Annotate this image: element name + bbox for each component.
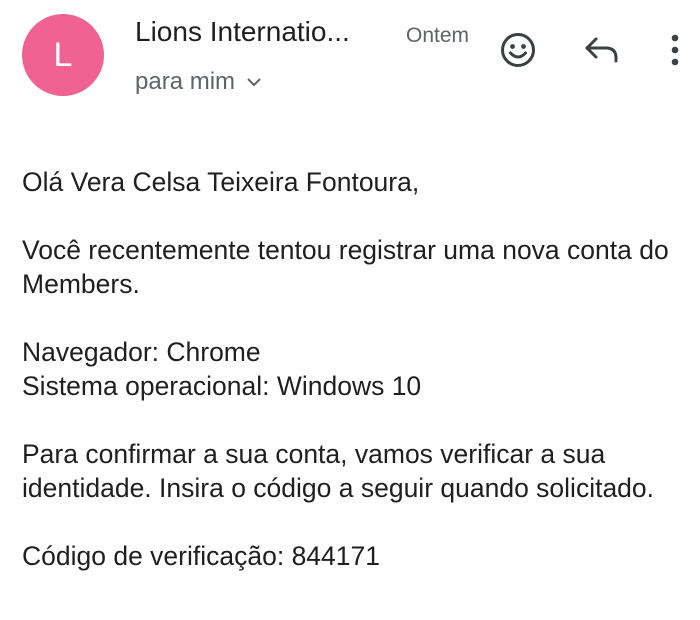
recipient-label: para mim <box>135 68 236 95</box>
avatar-letter: L <box>53 35 73 74</box>
add-reaction-icon <box>501 33 535 67</box>
more-options-button[interactable] <box>660 28 690 72</box>
os-info: Sistema operacional: Windows 10 <box>22 371 422 401</box>
chevron-down-icon <box>247 77 261 87</box>
browser-info: Navegador: Chrome <box>22 337 261 367</box>
reply-icon <box>585 37 618 63</box>
sender-name[interactable]: Lions Internatio... <box>135 16 350 48</box>
email-body: Olá Vera Celsa Teixeira Fontoura, Você r… <box>22 165 682 573</box>
verification-code-line: Código de verificação: 844171 <box>22 541 380 571</box>
instruction-text: Para confirmar a sua conta, vamos verifi… <box>22 439 655 503</box>
email-header: L Lions Internatio... Ontem para mim <box>0 0 700 110</box>
email-date: Ontem <box>406 24 470 47</box>
greeting-text: Olá Vera Celsa Teixeira Fontoura, <box>22 167 420 197</box>
more-vert-icon <box>671 34 679 66</box>
recipient-details-toggle[interactable]: para mim <box>135 68 261 96</box>
reply-button[interactable] <box>580 28 624 72</box>
add-reaction-button[interactable] <box>496 28 540 72</box>
sender-avatar[interactable]: L <box>22 14 104 96</box>
intro-text: Você recentemente tentou registrar uma n… <box>22 235 669 299</box>
